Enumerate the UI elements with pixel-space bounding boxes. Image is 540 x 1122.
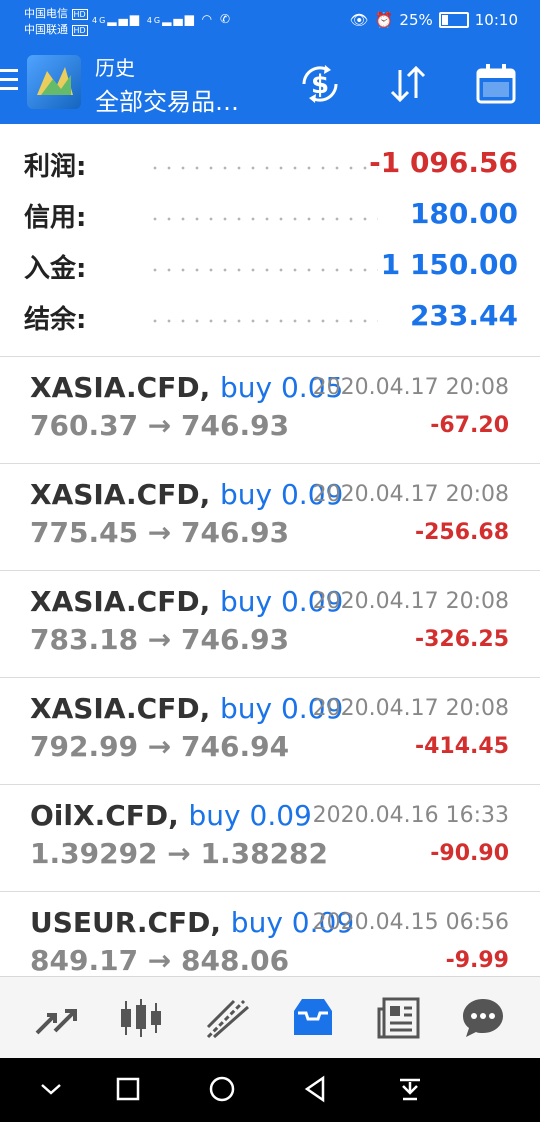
summary-value: 233.44 — [409, 299, 518, 332]
page-title: 历史 — [95, 56, 135, 80]
notification-pulldown-icon[interactable] — [395, 1074, 425, 1104]
trade-prices: 760.37 → 746.93 — [30, 409, 290, 442]
trade-symbol-line: XASIA.CFD, buy 0.05 — [30, 371, 343, 404]
summary-value: 180.00 — [409, 197, 518, 230]
call-icon: ✆ — [219, 12, 232, 26]
news-icon[interactable] — [376, 997, 422, 1039]
bottom-nav — [0, 976, 540, 1059]
trade-symbol: OilX.CFD, — [30, 799, 179, 832]
carrier-2: 中国联通 — [24, 23, 68, 36]
trade-time: 2020.04.16 16:33 — [312, 803, 509, 828]
trade-profit: -414.45 — [414, 734, 509, 759]
battery-percent: 25% — [399, 11, 433, 29]
trade-row[interactable]: XASIA.CFD, buy 0.09 2020.04.17 20:08 783… — [0, 571, 540, 678]
dotted-leader — [148, 209, 378, 229]
trade-time: 2020.04.17 20:08 — [312, 589, 509, 614]
metatrader-logo[interactable] — [27, 55, 81, 109]
trade-row[interactable]: XASIA.CFD, buy 0.05 2020.04.17 20:08 760… — [0, 357, 540, 464]
trade-symbol: XASIA.CFD, — [30, 692, 211, 725]
chart-icon[interactable] — [118, 997, 164, 1039]
account-summary: 利润: -1 096.56 信用: 180.00 入金: 1 150.00 结余… — [0, 124, 540, 357]
logo-graphic — [37, 67, 73, 95]
app-bar: 历史 全部交易品… $ — [0, 42, 540, 124]
signal-icon: ▂▄▆ — [107, 12, 141, 26]
trade-symbol-line: OilX.CFD, buy 0.09 — [30, 799, 312, 832]
battery-icon — [438, 12, 469, 28]
trade-symbol: XASIA.CFD, — [30, 371, 211, 404]
dotted-leader — [148, 311, 378, 331]
messages-icon[interactable] — [460, 997, 506, 1039]
trade-time: 2020.04.17 20:08 — [312, 482, 509, 507]
trade-profit: -256.68 — [414, 520, 509, 545]
symbol-filter[interactable]: 全部交易品… — [95, 82, 239, 117]
trade-profit: -67.20 — [430, 413, 509, 438]
summary-value: 1 150.00 — [380, 248, 518, 281]
trade-row[interactable]: OilX.CFD, buy 0.09 2020.04.16 16:33 1.39… — [0, 785, 540, 892]
trade-time: 2020.04.17 20:08 — [312, 375, 509, 400]
summary-label: 利润: — [24, 152, 87, 182]
hd-badge-1: HD — [71, 9, 88, 20]
trade-row[interactable]: XASIA.CFD, buy 0.09 2020.04.17 20:08 775… — [0, 464, 540, 571]
signal-icons: 4G▂▄▆ 4G▂▄▆ ◠ ✆ — [92, 12, 232, 26]
trade-prices: 792.99 → 746.94 — [30, 730, 290, 763]
trade-profit: -90.90 — [430, 841, 509, 866]
trade-symbol-line: XASIA.CFD, buy 0.09 — [30, 478, 343, 511]
menu-icon[interactable] — [0, 69, 18, 96]
trade-time: 2020.04.17 20:08 — [312, 696, 509, 721]
trade-symbol-line: XASIA.CFD, buy 0.09 — [30, 585, 343, 618]
trade-symbol: XASIA.CFD, — [30, 585, 211, 618]
eye-comfort-icon: 👁 — [349, 11, 369, 29]
trade-prices: 775.45 → 746.93 — [30, 516, 290, 549]
status-bar: 中国电信 HD 中国联通 HD 4G▂▄▆ 4G▂▄▆ ◠ ✆ 👁 ⏰ 25% … — [0, 0, 540, 42]
history-icon[interactable] — [290, 997, 336, 1039]
summary-value: -1 096.56 — [369, 146, 518, 179]
summary-label: 结余: — [24, 305, 87, 335]
signal-icon-2: ▂▄▆ — [162, 12, 196, 26]
clock: 10:10 — [474, 11, 518, 29]
alarm-icon: ⏰ — [374, 11, 394, 29]
dotted-leader — [148, 260, 378, 280]
summary-row-profit: 利润: -1 096.56 — [24, 146, 518, 186]
wifi-icon: ◠ — [201, 12, 215, 26]
sort-icon[interactable] — [386, 62, 430, 106]
status-right: 👁 ⏰ 25% 10:10 — [350, 11, 518, 29]
currency-exchange-icon[interactable]: $ — [298, 62, 342, 106]
battery-fill — [441, 15, 448, 25]
calendar-icon[interactable] — [474, 62, 518, 106]
dotted-leader — [148, 158, 378, 178]
hd-badge-2: HD — [71, 25, 88, 36]
network-type-1: 4G — [92, 16, 108, 25]
carrier-1: 中国电信 — [24, 7, 68, 20]
network-type-2: 4G — [146, 16, 163, 25]
trade-prices: 849.17 → 848.06 — [30, 944, 290, 977]
trade-symbol: XASIA.CFD, — [30, 478, 211, 511]
trade-prices: 1.39292 → 1.38282 — [30, 837, 329, 870]
chevron-down-icon[interactable] — [36, 1074, 66, 1104]
summary-row-balance: 结余: 233.44 — [24, 299, 518, 339]
summary-row-credit: 信用: 180.00 — [24, 197, 518, 237]
system-nav-bar — [0, 1058, 540, 1122]
trade-prices: 783.18 → 746.93 — [30, 623, 290, 656]
home-icon[interactable] — [207, 1074, 237, 1104]
quotes-icon[interactable] — [33, 997, 79, 1039]
trade-profit: -326.25 — [414, 627, 509, 652]
trade-symbol-line: USEUR.CFD, buy 0.09 — [30, 906, 354, 939]
trade-icon[interactable] — [204, 997, 250, 1039]
trade-profit: -9.99 — [445, 948, 509, 973]
summary-row-deposit: 入金: 1 150.00 — [24, 248, 518, 288]
trade-time: 2020.04.15 06:56 — [312, 910, 509, 935]
recents-icon[interactable] — [113, 1074, 143, 1104]
trade-symbol-line: XASIA.CFD, buy 0.09 — [30, 692, 343, 725]
trade-row[interactable]: XASIA.CFD, buy 0.09 2020.04.17 20:08 792… — [0, 678, 540, 785]
back-icon[interactable] — [301, 1074, 331, 1104]
summary-label: 入金: — [24, 254, 87, 284]
trade-side: buy 0.09 — [188, 799, 312, 832]
summary-label: 信用: — [24, 203, 87, 233]
trade-symbol: USEUR.CFD, — [30, 906, 222, 939]
carrier-info: 中国电信 HD 中国联通 HD — [24, 6, 88, 38]
